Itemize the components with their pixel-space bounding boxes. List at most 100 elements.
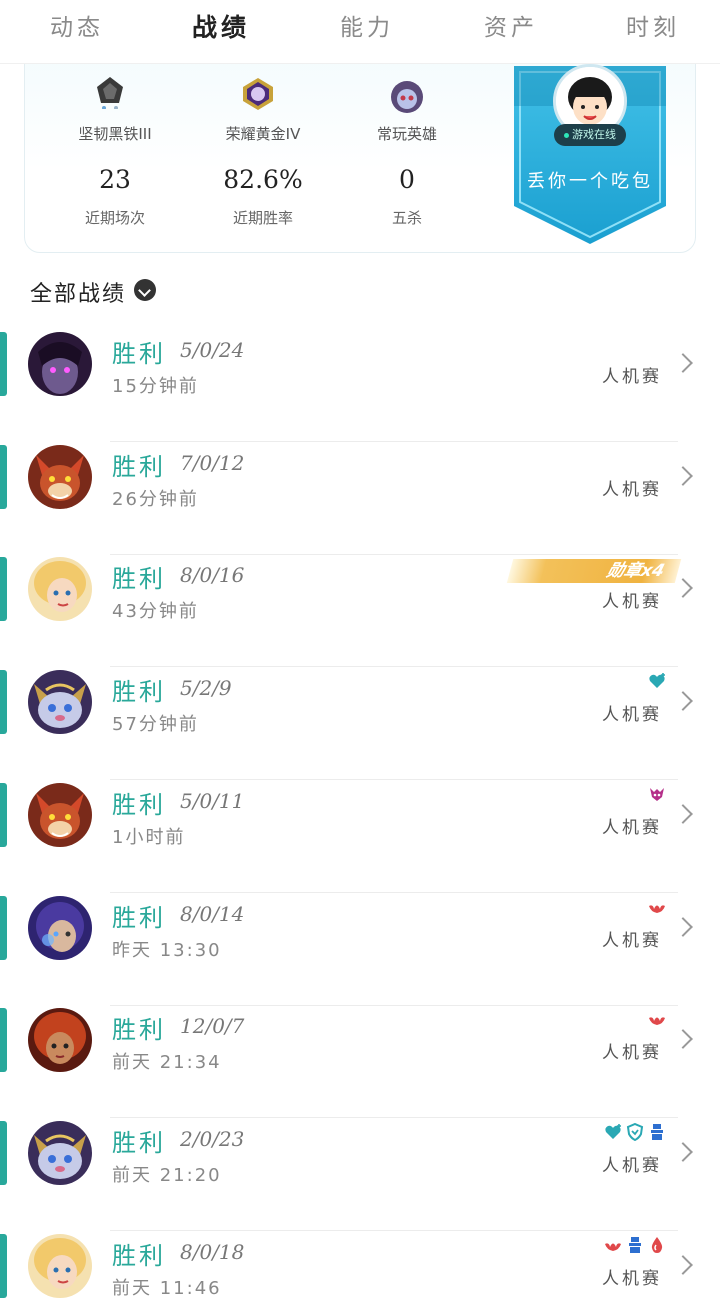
match-kda: 5/0/11	[180, 788, 245, 813]
medal-text: 勋章x4	[604, 561, 667, 582]
match-result: 胜利	[112, 1016, 166, 1045]
match-kda: 7/0/12	[180, 450, 245, 475]
win-indicator-bar	[0, 557, 7, 622]
match-mode: 人机赛	[602, 817, 662, 838]
recent-games-label: 近期场次	[84, 209, 145, 227]
match-row[interactable]: 胜利 8/0/14 昨天 13:30 人机赛	[0, 894, 720, 1006]
common-hero-icon[interactable]	[391, 81, 423, 113]
drop-icon	[648, 1236, 666, 1258]
gold-rank-icon	[243, 78, 273, 110]
chevron-right-icon[interactable]	[673, 803, 693, 824]
tower-icon	[626, 1236, 644, 1258]
match-row[interactable]: 胜利 5/0/11 1小时前 人机赛	[0, 781, 720, 893]
match-result: 胜利	[112, 790, 166, 819]
match-mode: 人机赛	[602, 592, 662, 613]
medal-badge: 勋章x4	[506, 559, 682, 584]
chevron-right-icon[interactable]	[673, 1254, 693, 1275]
match-time: 15分钟前	[112, 376, 199, 397]
crown-icon	[648, 1010, 666, 1032]
match-time: 昨天 13:30	[112, 939, 222, 961]
chevron-right-icon[interactable]	[673, 691, 693, 711]
win-indicator-bar	[0, 895, 7, 960]
win-indicator-bar	[0, 1008, 7, 1073]
chevron-right-icon[interactable]	[673, 1141, 693, 1162]
win-indicator-bar	[0, 670, 7, 735]
recent-games-value: 23	[99, 165, 131, 194]
match-time: 1小时前	[112, 826, 186, 848]
match-time: 前天 21:20	[112, 1164, 222, 1186]
match-kda: 5/0/24	[180, 338, 245, 362]
match-mode: 人机赛	[602, 1043, 662, 1064]
section-title[interactable]: 全部战绩	[30, 276, 126, 308]
match-mode: 人机赛	[602, 1268, 662, 1289]
match-result: 胜利	[112, 678, 166, 707]
match-result: 胜利	[112, 1128, 166, 1157]
match-mode: 人机赛	[602, 1155, 662, 1176]
hero-portrait	[28, 782, 92, 847]
win-indicator-bar	[0, 782, 7, 847]
win-indicator-bar	[0, 1233, 7, 1298]
chevron-right-icon[interactable]	[673, 465, 693, 486]
win-indicator-bar	[0, 444, 7, 509]
match-result: 胜利	[112, 903, 166, 932]
match-kda: 2/0/23	[180, 1126, 245, 1151]
hero-portrait	[28, 557, 92, 622]
achievement-badges	[604, 1122, 666, 1145]
shield-icon	[626, 1122, 644, 1145]
win-indicator-bar	[0, 1120, 7, 1185]
match-kda: 8/0/14	[180, 901, 245, 926]
crown-icon	[648, 898, 666, 920]
tab-moments[interactable]: 时刻	[626, 8, 680, 42]
achievement-badges	[648, 1010, 666, 1032]
match-mode: 人机赛	[602, 479, 662, 500]
banner-text: 丢你一个吃包	[527, 171, 653, 192]
match-row[interactable]: 胜利 7/0/12 26分钟前 人机赛	[0, 443, 720, 555]
achievement-badges	[604, 1236, 666, 1258]
demon-icon	[648, 785, 666, 807]
match-row[interactable]: 胜利 12/0/7 前天 21:34 人机赛	[0, 1006, 720, 1119]
match-kda: 8/0/18	[180, 1239, 245, 1264]
match-kda: 5/2/9	[180, 676, 232, 701]
tab-dynamics[interactable]: 动态	[50, 8, 104, 42]
win-indicator-bar	[0, 332, 7, 396]
hero-portrait	[28, 670, 92, 735]
pentakill-value: 0	[399, 165, 415, 194]
common-hero-label: 常玩英雄	[376, 125, 437, 143]
match-time: 前天 11:46	[112, 1277, 222, 1299]
match-row[interactable]: 胜利 5/0/24 15分钟前 人机赛	[0, 330, 720, 442]
chevron-right-icon[interactable]	[673, 578, 693, 599]
heart-plus-icon	[604, 1123, 622, 1145]
match-result: 胜利	[112, 1241, 166, 1270]
online-dot-icon	[564, 132, 569, 138]
match-row[interactable]: 胜利 8/0/18 前天 11:46 人机赛	[0, 1232, 720, 1312]
match-mode: 人机赛	[602, 930, 662, 951]
chevron-down-icon[interactable]	[134, 279, 156, 301]
heart-plus-icon	[648, 672, 666, 694]
hero-portrait	[28, 1008, 92, 1073]
chevron-right-icon[interactable]	[673, 353, 693, 373]
online-status-text: 游戏在线	[572, 128, 616, 141]
match-row[interactable]: 胜利 8/0/16 43分钟前 勋章x4 人机赛	[0, 555, 720, 668]
match-mode: 人机赛	[602, 367, 662, 387]
match-row[interactable]: 胜利 2/0/23 前天 21:20 人机赛	[0, 1119, 720, 1231]
match-time: 43分钟前	[112, 601, 199, 623]
win-rate-label: 近期胜率	[232, 209, 293, 227]
flex-rank-label: 荣耀黄金IV	[225, 125, 301, 143]
match-result: 胜利	[112, 565, 166, 594]
pentakill-label: 五杀	[391, 209, 422, 227]
match-row[interactable]: 胜利 5/2/9 57分钟前 人机赛	[0, 668, 720, 781]
tab-records[interactable]: 战绩	[192, 8, 250, 44]
achievement-badges	[648, 898, 666, 920]
chevron-right-icon[interactable]	[673, 916, 693, 937]
match-result: 胜利	[112, 340, 166, 368]
tower-icon	[648, 1123, 666, 1145]
solo-rank-label: 坚韧黑铁III	[78, 125, 152, 143]
match-result: 胜利	[112, 452, 166, 481]
tab-ability[interactable]: 能力	[340, 8, 394, 42]
match-time: 57分钟前	[112, 714, 199, 736]
chevron-right-icon[interactable]	[673, 1029, 693, 1050]
hero-portrait	[28, 444, 92, 509]
achievement-badges	[648, 785, 666, 807]
hero-portrait	[28, 1120, 92, 1185]
tab-assets[interactable]: 资产	[484, 8, 538, 42]
